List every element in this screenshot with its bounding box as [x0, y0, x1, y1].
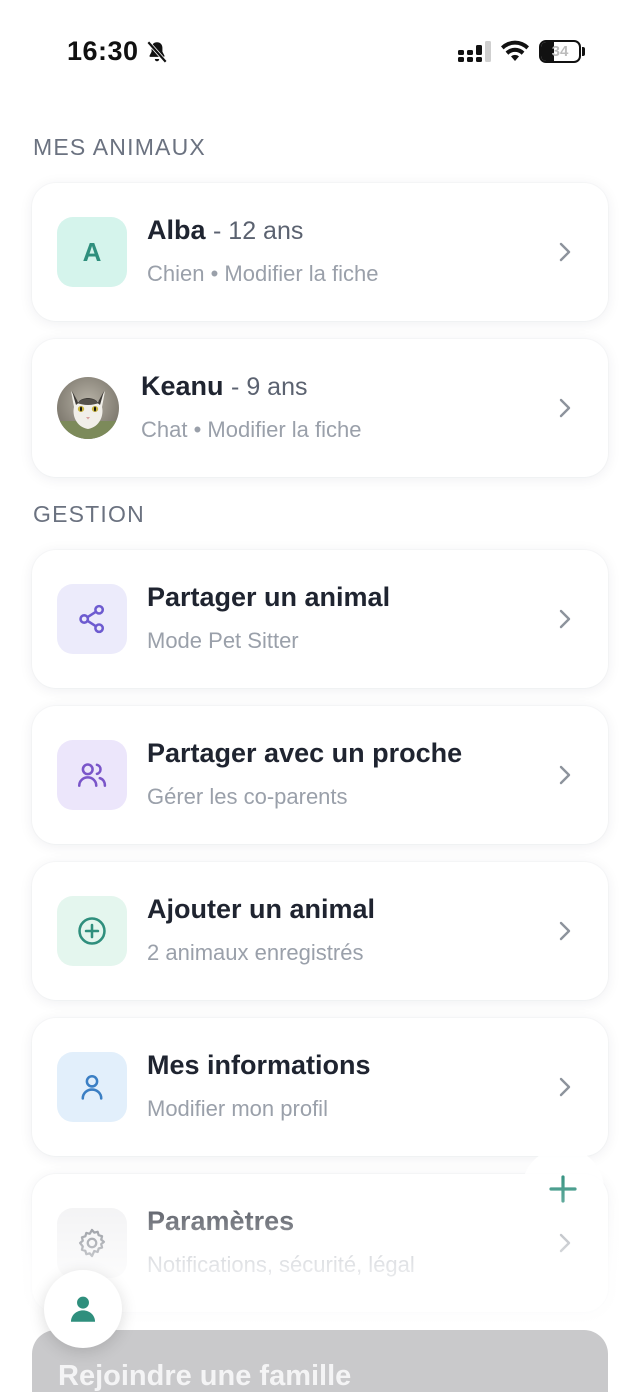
join-family-button[interactable]: Rejoindre une famille — [32, 1330, 608, 1392]
wifi-icon — [501, 40, 529, 61]
section-title-animals: MES ANIMAUX — [33, 134, 206, 160]
menu-item-share-animal[interactable]: Partager un animal Mode Pet Sitter — [32, 550, 608, 688]
menu-item-my-info[interactable]: Mes informations Modifier mon profil — [32, 1018, 608, 1156]
chevron-right-icon — [559, 1233, 571, 1253]
user-icon — [81, 1074, 103, 1100]
icon-tile — [57, 896, 127, 966]
join-family-label: Rejoindre une famille — [58, 1360, 352, 1392]
icon-tile — [57, 740, 127, 810]
chevron-right-icon — [559, 1077, 571, 1097]
gear-icon — [78, 1228, 106, 1258]
cat-photo — [57, 377, 119, 439]
animal-name: Keanu — [141, 371, 224, 401]
menu-item-subtitle: Notifications, sécurité, légal — [147, 1252, 415, 1277]
menu-item-title: Partager un animal — [147, 582, 391, 612]
battery-level: 34 — [551, 43, 569, 60]
menu-item-title: Paramètres — [147, 1206, 295, 1236]
menu-item-title: Mes informations — [147, 1050, 371, 1080]
menu-item-share-relative[interactable]: Partager avec un proche Gérer les co-par… — [32, 706, 608, 844]
menu-item-subtitle: Gérer les co-parents — [147, 784, 348, 809]
plus-icon — [549, 1175, 577, 1203]
chevron-right-icon — [559, 609, 571, 629]
section-title-management: GESTION — [33, 501, 145, 527]
icon-tile — [57, 584, 127, 654]
signal-icon — [458, 41, 491, 62]
menu-item-title: Ajouter un animal — [147, 894, 376, 924]
users-icon — [77, 763, 107, 787]
chevron-right-icon — [559, 921, 571, 941]
share-icon — [79, 604, 105, 634]
battery-icon: 34 — [539, 40, 585, 63]
icon-tile — [57, 1052, 127, 1122]
animal-subtitle: Chien • Modifier la fiche — [147, 261, 379, 286]
animal-title: Keanu - 9 ans — [141, 371, 307, 402]
profile-button[interactable] — [44, 1270, 122, 1348]
menu-item-subtitle: Modifier mon profil — [147, 1096, 328, 1121]
animal-age: - 12 ans — [213, 217, 304, 245]
icon-tile — [57, 1208, 127, 1278]
add-button[interactable] — [522, 1148, 604, 1230]
status-time: 16:30 — [67, 36, 139, 66]
animal-title: Alba - 12 ans — [147, 215, 303, 246]
animal-avatar: A — [57, 217, 127, 287]
animal-card-keanu[interactable]: Keanu - 9 ans Chat • Modifier la fiche — [32, 339, 608, 477]
user-icon — [70, 1296, 96, 1322]
animal-card-alba[interactable]: A Alba - 12 ans Chien • Modifier la fich… — [32, 183, 608, 321]
chevron-right-icon — [559, 398, 571, 418]
avatar-letter: A — [82, 236, 102, 267]
chevron-right-icon — [559, 242, 571, 262]
animal-age: - 9 ans — [231, 373, 308, 401]
menu-item-subtitle: Mode Pet Sitter — [147, 628, 299, 653]
chevron-right-icon — [559, 765, 571, 785]
animal-name: Alba — [147, 215, 206, 245]
menu-item-subtitle: 2 animaux enregistrés — [147, 940, 364, 965]
menu-item-add-animal[interactable]: Ajouter un animal 2 animaux enregistrés — [32, 862, 608, 1000]
bell-off-icon — [146, 41, 168, 63]
animal-subtitle: Chat • Modifier la fiche — [141, 417, 362, 442]
menu-item-title: Partager avec un proche — [147, 738, 463, 768]
status-bar: 16:30 34 — [0, 0, 640, 100]
plus-circle-icon — [78, 917, 106, 945]
